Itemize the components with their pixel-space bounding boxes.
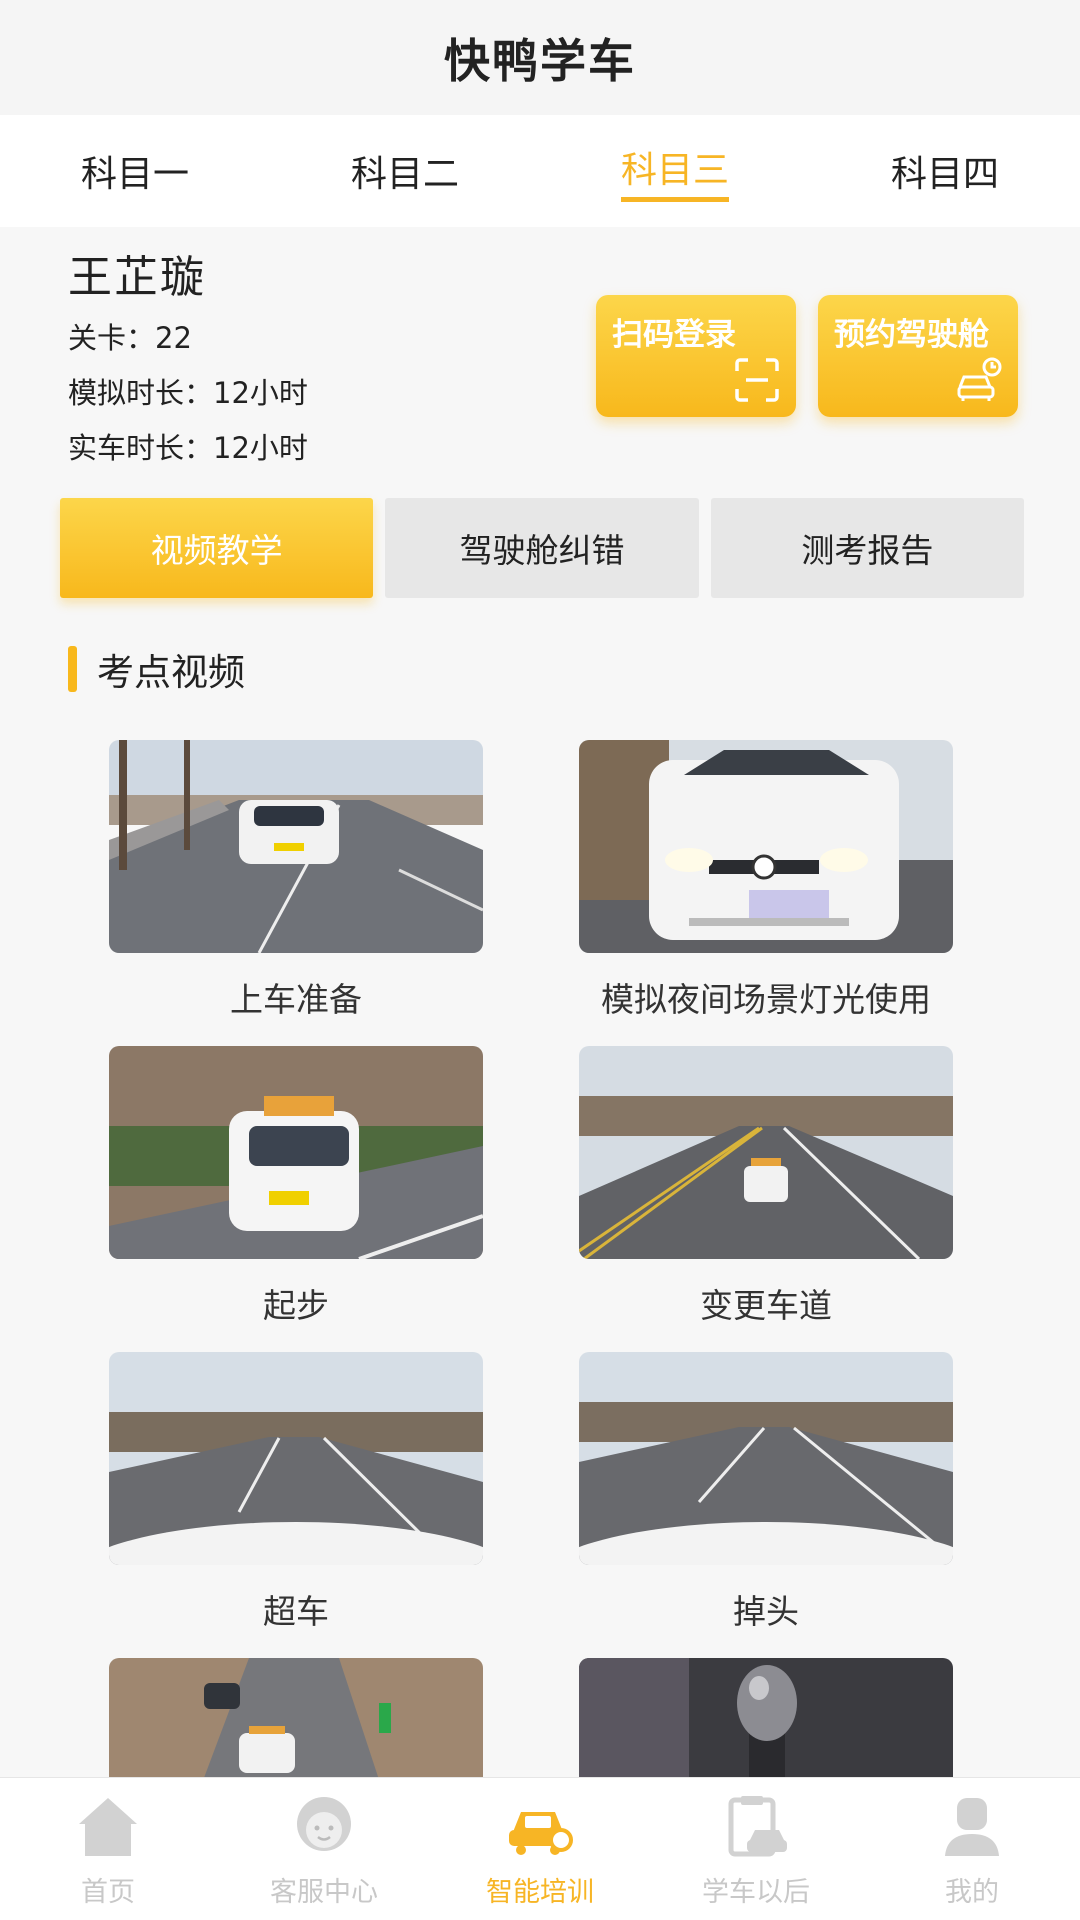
nav-home[interactable]: 首页 (0, 1778, 216, 1920)
subject-tabs: 科目一 科目二 科目三 科目四 (0, 115, 1080, 227)
video-card[interactable]: 起步 (109, 1046, 483, 1327)
nav-customer-service[interactable]: 客服中心 (216, 1778, 432, 1920)
sim-time-text: 模拟时长：12小时 (68, 376, 308, 410)
video-thumbnail[interactable] (109, 1352, 483, 1565)
training-mode-segments: 视频教学 驾驶舱纠错 测考报告 (60, 498, 1024, 598)
student-profile: 王芷璇 关卡：22 模拟时长：12小时 实车时长：12小时 扫码登录 预约驾驶舱 (0, 227, 1080, 497)
section-marker (68, 646, 77, 692)
video-caption: 变更车道 (700, 1286, 832, 1325)
video-thumbnail[interactable] (109, 740, 483, 953)
tab-subject-1[interactable]: 科目一 (0, 115, 270, 227)
video-card[interactable]: 模拟夜间场景灯光使用 (579, 740, 953, 1021)
video-card[interactable]: 变更车道 (579, 1046, 953, 1327)
video-caption: 起步 (263, 1286, 329, 1325)
nav-smart-training[interactable]: 智能培训 (432, 1778, 648, 1920)
scan-icon (735, 358, 779, 402)
level-text: 关卡：22 (68, 321, 192, 355)
student-name: 王芷璇 (68, 252, 206, 303)
video-thumbnail[interactable] (579, 1352, 953, 1565)
video-thumbnail[interactable] (579, 740, 953, 953)
page-title: 快鸭学车 (444, 33, 636, 88)
video-card[interactable]: 掉头 (579, 1352, 953, 1633)
video-thumbnail[interactable] (109, 1046, 483, 1259)
app-header: 快鸭学车 (0, 0, 1080, 115)
segment-video-teaching[interactable]: 视频教学 (60, 498, 374, 598)
car-clock-icon (957, 357, 1002, 401)
customer-service-icon (297, 1797, 351, 1851)
nav-after-learning[interactable]: 学车以后 (648, 1778, 864, 1920)
smart-training-icon (509, 1812, 573, 1855)
video-caption: 超车 (263, 1592, 329, 1631)
tab-subject-4[interactable]: 科目四 (810, 115, 1080, 227)
bottom-navigation: 首页 客服中心 智能培训 学车以后 我的 (0, 1777, 1080, 1920)
segment-cabin-correction[interactable]: 驾驶舱纠错 (385, 498, 699, 598)
scan-login-button[interactable]: 扫码登录 (596, 295, 796, 417)
video-card[interactable]: 上车准备 (109, 740, 483, 1021)
video-caption: 模拟夜间场景灯光使用 (601, 980, 931, 1019)
book-cabin-button[interactable]: 预约驾驶舱 (818, 295, 1018, 417)
profile-icon (945, 1798, 999, 1856)
tab-subject-3[interactable]: 科目三 (540, 115, 810, 227)
video-caption: 上车准备 (230, 980, 362, 1019)
video-caption: 掉头 (733, 1592, 799, 1631)
home-icon (79, 1798, 137, 1856)
video-thumbnail[interactable] (579, 1046, 953, 1259)
video-card[interactable]: 超车 (109, 1352, 483, 1633)
tab-subject-2[interactable]: 科目二 (270, 115, 540, 227)
real-time-text: 实车时长：12小时 (68, 431, 308, 465)
nav-profile[interactable]: 我的 (864, 1778, 1080, 1920)
after-learning-icon (728, 1796, 787, 1857)
section-title: 考点视频 (68, 644, 245, 694)
segment-test-report[interactable]: 测考报告 (710, 498, 1024, 598)
